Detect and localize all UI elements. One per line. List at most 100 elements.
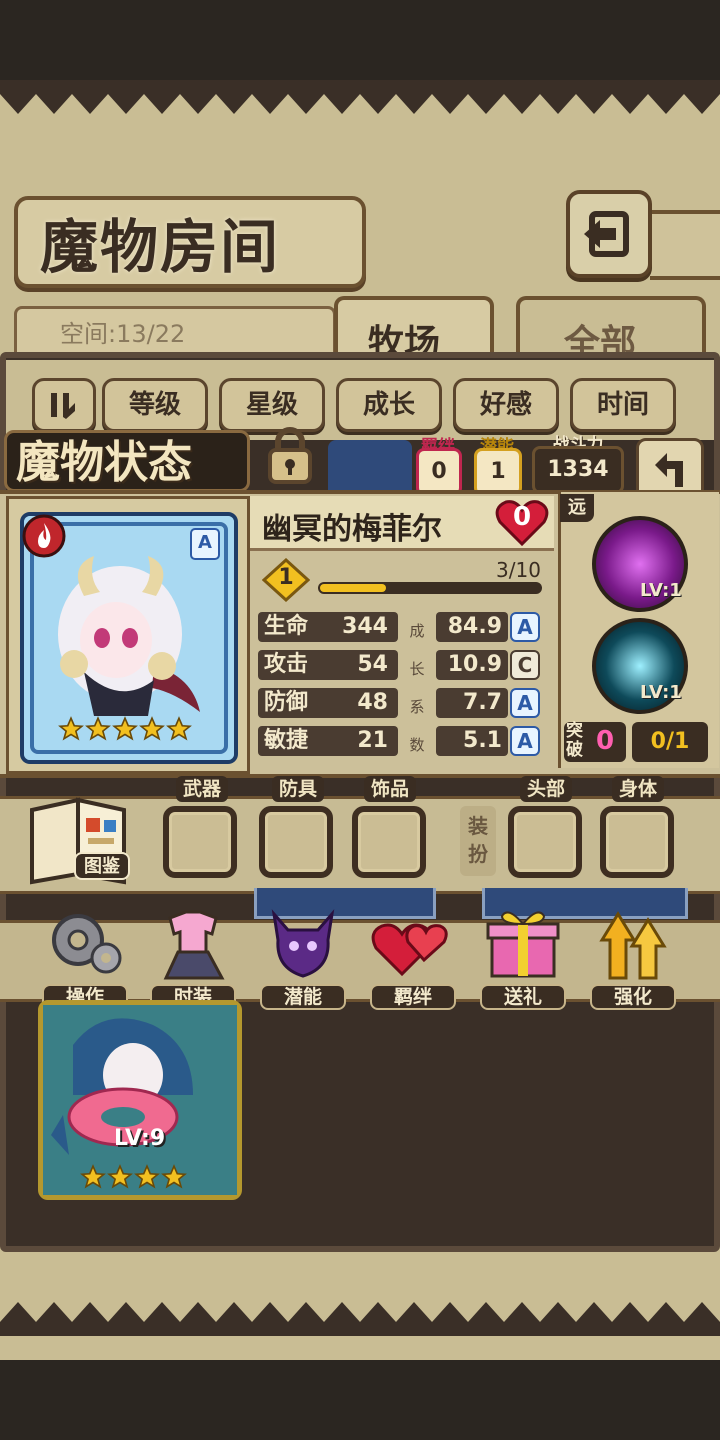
exp-bar (318, 582, 542, 594)
monster-card-stars (80, 1164, 188, 1194)
grade-attack: C (510, 650, 540, 680)
exp-bar-fill (320, 584, 386, 592)
breakthrough-label: 突破 (566, 721, 583, 760)
star-icon (139, 716, 165, 741)
breakthrough-value: 0 (596, 726, 615, 756)
action-gift-label: 送礼 (480, 984, 566, 1010)
star-icon (80, 1164, 106, 1189)
action-gift[interactable]: 送礼 (478, 900, 568, 1012)
filter-growth[interactable]: 成长 (336, 378, 442, 432)
skill-2-level: LV:1 (640, 682, 682, 703)
stat-defense-label: 防御 (264, 690, 309, 715)
stat-agility-label: 敏捷 (264, 728, 309, 753)
status-title: 魔物状态 (16, 437, 192, 488)
action-potential-label: 潜能 (260, 984, 346, 1010)
top-frame (0, 0, 720, 80)
gift-icon (486, 911, 560, 978)
lock-icon[interactable] (258, 424, 322, 488)
grade-agility: A (510, 726, 540, 756)
growth-char: 成 (409, 622, 425, 640)
bottom-zigzag-border (0, 1302, 720, 1336)
hearts-icon (371, 923, 448, 977)
action-enhance-label: 强化 (590, 984, 676, 1010)
gear-icon (52, 914, 122, 974)
rank-badge: A (190, 528, 220, 560)
bond-value: 0 (416, 448, 462, 496)
star-icon (112, 716, 138, 741)
growth-attack: 10.9 (436, 650, 508, 680)
monster-level: 1 (278, 565, 294, 590)
slot-accessory-label: 饰品 (364, 776, 416, 802)
filter-time[interactable]: 时间 (570, 378, 676, 432)
power-value: 1334 (532, 446, 624, 494)
growth-hp: 84.9 (436, 612, 508, 642)
filter-level[interactable]: 等级 (102, 378, 208, 432)
exp-text: 3/10 (496, 558, 541, 582)
slot-weapon[interactable] (163, 806, 237, 878)
slot-body-label: 身体 (612, 776, 664, 802)
action-operate[interactable]: 操作 (40, 900, 130, 1012)
stat-hp-label: 生命 (264, 614, 309, 639)
sort-toggle-icon (51, 393, 75, 419)
range-type: 远 (560, 494, 594, 522)
slot-body[interactable] (600, 806, 674, 878)
growth-char: 数 (409, 736, 425, 754)
grade-defense: A (510, 688, 540, 718)
action-potential[interactable]: 潜能 (258, 900, 348, 1012)
back-button-bar (650, 210, 720, 280)
stat-attack-label: 攻击 (264, 652, 309, 677)
monster-card-level: LV:9 (114, 1126, 166, 1151)
monster-name: 幽冥的梅菲尔 (262, 512, 442, 547)
outfit-icon (163, 910, 225, 980)
growth-agility: 5.1 (436, 726, 508, 756)
growth-char: 系 (409, 698, 425, 716)
filter-affection[interactable]: 好感 (453, 378, 559, 432)
star-icon (85, 716, 111, 741)
affection-value: 0 (512, 502, 532, 532)
action-enhance[interactable]: 强化 (588, 900, 678, 1012)
star-icon (161, 1164, 187, 1189)
return-arrow-icon (655, 453, 683, 487)
bottom-frame (0, 1360, 720, 1440)
slot-head-label: 头部 (520, 776, 572, 802)
top-zigzag-border (0, 80, 720, 114)
skill-1-level: LV:1 (640, 580, 682, 601)
stat-agility-value: 21 (357, 728, 388, 753)
dress-label: 装扮 (460, 806, 496, 876)
growth-char: 长 (409, 660, 425, 678)
stat-hp: 生命 344 (258, 612, 398, 642)
space-count: 空间:13/22 (60, 320, 186, 348)
star-icon (166, 716, 192, 741)
sort-order-button[interactable] (32, 378, 96, 432)
page-title: 魔物房间 (40, 213, 281, 281)
action-bond-label: 羁绊 (370, 984, 456, 1010)
back-arrow-icon (584, 211, 629, 257)
stat-hp-value: 344 (342, 614, 388, 639)
growth-defense: 7.7 (436, 688, 508, 718)
slot-weapon-label: 武器 (176, 776, 228, 802)
fire-element-icon (22, 514, 66, 558)
stat-defense-value: 48 (357, 690, 388, 715)
slot-head[interactable] (508, 806, 582, 878)
breakthrough-progress: 0/1 (632, 722, 708, 762)
codex-label: 图鉴 (74, 852, 130, 880)
action-bond[interactable]: 羁绊 (368, 900, 458, 1012)
list-card-peek (328, 440, 412, 490)
grade-hp: A (510, 612, 540, 642)
back-button[interactable] (566, 190, 652, 278)
upgrade-arrows-icon (599, 911, 667, 980)
slot-armor-label: 防具 (272, 776, 324, 802)
demon-icon (271, 909, 335, 978)
action-outfit[interactable]: 时装 (148, 900, 238, 1012)
potential-value: 1 (474, 448, 522, 496)
stat-defense: 防御 48 (258, 688, 398, 718)
star-rating (58, 716, 193, 746)
star-icon (107, 1164, 133, 1189)
star-icon (58, 716, 84, 741)
slot-accessory[interactable] (352, 806, 426, 878)
stat-agility: 敏捷 21 (258, 726, 398, 756)
stat-attack-value: 54 (357, 652, 388, 677)
stat-attack: 攻击 54 (258, 650, 398, 680)
star-icon (134, 1164, 160, 1189)
slot-armor[interactable] (259, 806, 333, 878)
